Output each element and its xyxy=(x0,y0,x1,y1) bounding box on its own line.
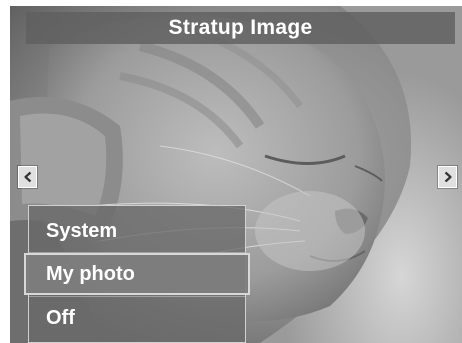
chevron-left-icon xyxy=(23,171,31,183)
startup-image-menu: System My photo Off xyxy=(24,205,250,343)
camera-screen: Stratup Image System My photo Off xyxy=(10,6,462,343)
title-bar: Stratup Image xyxy=(26,12,455,44)
page-title: Stratup Image xyxy=(168,16,313,39)
previous-button[interactable] xyxy=(18,166,37,188)
chevron-right-icon xyxy=(444,171,452,183)
menu-item-off[interactable]: Off xyxy=(28,297,246,339)
menu-item-label: System xyxy=(46,219,118,242)
menu-item-my-photo[interactable]: My photo xyxy=(24,253,250,295)
next-button[interactable] xyxy=(438,166,457,188)
menu-item-label: My photo xyxy=(46,262,135,285)
menu-item-system[interactable]: System xyxy=(28,210,246,252)
menu-item-label: Off xyxy=(46,306,75,329)
